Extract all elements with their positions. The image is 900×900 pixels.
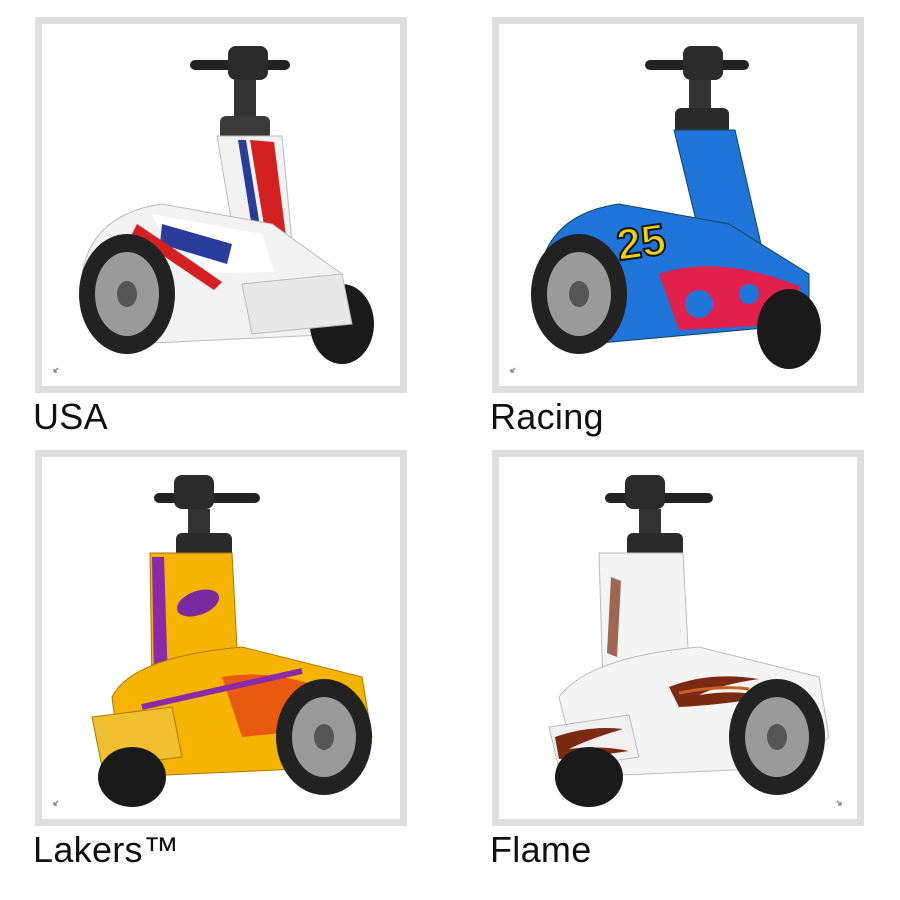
magnify-expand-icon[interactable] — [52, 793, 66, 807]
gallery-item-label[interactable]: Lakers™ — [33, 832, 179, 868]
gallery-item-lakers[interactable]: Lakers™ — [33, 450, 407, 868]
thumbnail-frame[interactable]: 25 — [492, 17, 864, 393]
gallery-item-flame[interactable]: Flame — [490, 450, 864, 868]
scooter-image-lakers — [91, 475, 373, 807]
magnify-expand-icon[interactable] — [52, 360, 66, 374]
gallery-item-usa[interactable]: USA — [33, 17, 407, 435]
gallery-item-label[interactable]: Racing — [490, 399, 604, 435]
thumbnail-frame[interactable] — [35, 17, 407, 393]
gallery-item-label[interactable]: USA — [33, 399, 108, 435]
svg-text:25: 25 — [614, 215, 669, 270]
magnify-expand-icon[interactable] — [509, 360, 523, 374]
scooter-image-flame — [548, 475, 830, 807]
magnify-expand-icon[interactable] — [829, 793, 843, 807]
thumbnail-frame[interactable] — [35, 450, 407, 826]
gallery-item-label[interactable]: Flame — [490, 832, 592, 868]
thumbnail-frame[interactable] — [492, 450, 864, 826]
gallery-item-racing[interactable]: 25 Racing — [490, 17, 864, 435]
scooter-image-usa — [79, 46, 374, 364]
scooter-image-racing: 25 — [531, 46, 821, 369]
